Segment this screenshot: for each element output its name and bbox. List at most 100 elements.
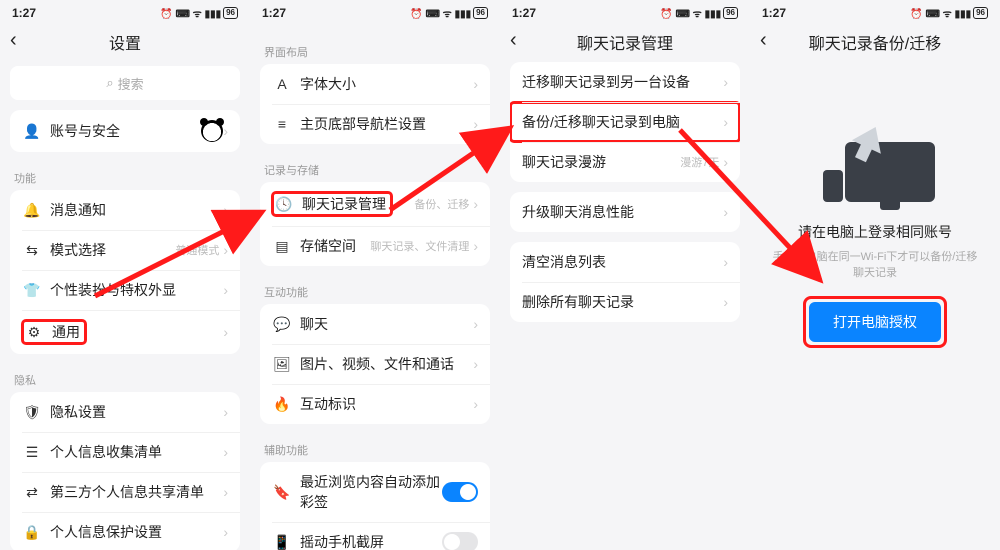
person-icon: 👤 bbox=[22, 123, 42, 140]
chevron-right-icon: › bbox=[223, 202, 228, 218]
swap-icon: ⇆ bbox=[22, 242, 42, 259]
chevron-right-icon: › bbox=[223, 242, 228, 258]
chevron-right-icon: › bbox=[473, 116, 478, 132]
row-chat-log-manage[interactable]: 🕓 聊天记录管理 备份、迁移 › bbox=[260, 182, 490, 226]
bell-icon: 🔔 bbox=[22, 202, 42, 219]
row-media-files[interactable]: 🖼 图片、视频、文件和通话 › bbox=[260, 344, 490, 384]
sliders-icon: ⚙ bbox=[24, 324, 44, 341]
row-privacy-settings[interactable]: 🛡 隐私设置 › bbox=[10, 392, 240, 432]
phone-chatlog-manage: 1:27 ⏰ ⌨ ᯤ ▮▮▮ 96 ‹ 聊天记录管理 迁移聊天记录到另一台设备 … bbox=[500, 0, 750, 550]
row-mode-select[interactable]: ⇆ 模式选择 普通模式 › bbox=[10, 230, 240, 270]
row-notifications[interactable]: 🔔 消息通知 › bbox=[10, 190, 240, 230]
search-input[interactable]: ⌕ 搜索 bbox=[10, 66, 240, 100]
navbar: ‹ 聊天记录管理 bbox=[500, 22, 750, 62]
row-upgrade-perf[interactable]: 升级聊天消息性能 › bbox=[510, 192, 740, 232]
row-font-size[interactable]: A 字体大小 › bbox=[260, 64, 490, 104]
row-third-party-share[interactable]: ⇄ 第三方个人信息共享清单 › bbox=[10, 472, 240, 512]
chevron-right-icon: › bbox=[473, 356, 478, 372]
chevron-right-icon: › bbox=[223, 484, 228, 500]
battery-icon: 96 bbox=[723, 7, 738, 19]
status-bar: 1:27 ⏰ ⌨ ᯤ ▮▮▮ 96 bbox=[250, 0, 500, 22]
row-storage-space[interactable]: ▤ 存储空间 聊天记录、文件清理 › bbox=[260, 226, 490, 266]
row-clear-list[interactable]: 清空消息列表 › bbox=[510, 242, 740, 282]
status-bar: 1:27 ⏰ ⌨ ᯤ ▮▮▮ 96 bbox=[750, 0, 1000, 22]
chevron-right-icon: › bbox=[723, 254, 728, 270]
row-interact-ident[interactable]: 🔥 互动标识 › bbox=[260, 384, 490, 424]
section-layout: 界面布局 bbox=[250, 36, 500, 64]
panda-icon bbox=[201, 120, 223, 142]
shirt-icon: 👕 bbox=[22, 282, 42, 299]
backup-subtext: 手机和电脑在同一Wi-Fi下才可以备份/迁移聊天记录 bbox=[750, 248, 1000, 280]
open-pc-auth-button[interactable]: 打开电脑授权 bbox=[809, 302, 941, 342]
phone-icon bbox=[823, 170, 843, 202]
chevron-right-icon: › bbox=[723, 74, 728, 90]
chevron-right-icon: › bbox=[723, 114, 728, 130]
chevron-right-icon: › bbox=[723, 294, 728, 310]
status-icons: ⏰ ⌨ ᯤ ▮▮▮ 96 bbox=[410, 6, 488, 20]
chevron-right-icon: › bbox=[473, 238, 478, 254]
chevron-right-icon: › bbox=[223, 282, 228, 298]
row-auto-tag[interactable]: 🔖 最近浏览内容自动添加彩签 bbox=[260, 462, 490, 522]
row-bottom-nav[interactable]: ≡ 主页底部导航栏设置 › bbox=[260, 104, 490, 144]
status-time: 1:27 bbox=[12, 6, 36, 20]
row-delete-all[interactable]: 删除所有聊天记录 › bbox=[510, 282, 740, 322]
row-general[interactable]: ⚙ 通用 › bbox=[10, 310, 240, 354]
status-bar: 1:27 ⏰ ⌨ ᯤ ▮▮▮ 96 bbox=[0, 0, 250, 22]
status-icons: ⏰ ⌨ ᯤ ▮▮▮ 96 bbox=[160, 6, 238, 20]
chevron-right-icon: › bbox=[473, 196, 478, 212]
row-dressup[interactable]: 👕 个性装扮与特权外显 › bbox=[10, 270, 240, 310]
battery-icon: 96 bbox=[973, 7, 988, 19]
row-info-collection[interactable]: ☰ 个人信息收集清单 › bbox=[10, 432, 240, 472]
chevron-right-icon: › bbox=[473, 316, 478, 332]
page-title: 聊天记录管理 bbox=[577, 30, 673, 54]
back-button[interactable]: ‹ bbox=[10, 30, 17, 50]
navbar: ‹ 设置 bbox=[0, 22, 250, 62]
chevron-right-icon: › bbox=[223, 524, 228, 540]
storage-icon: ▤ bbox=[272, 238, 292, 255]
section-privacy: 隐私 bbox=[0, 364, 250, 392]
image-icon: 🖼 bbox=[272, 356, 292, 373]
chat-icon: 💬 bbox=[272, 316, 292, 333]
status-icons: ⏰ ⌨ ᯤ ▮▮▮ 96 bbox=[910, 6, 988, 20]
font-icon: A bbox=[272, 76, 292, 92]
status-bar: 1:27 ⏰ ⌨ ᯤ ▮▮▮ 96 bbox=[500, 0, 750, 22]
battery-icon: 96 bbox=[223, 7, 238, 19]
battery-icon: 96 bbox=[473, 7, 488, 19]
list-icon: ☰ bbox=[22, 444, 42, 461]
back-button[interactable]: ‹ bbox=[760, 30, 767, 50]
section-assist: 辅助功能 bbox=[250, 434, 500, 462]
phone-settings: 1:27 ⏰ ⌨ ᯤ ▮▮▮ 96 ‹ 设置 ⌕ 搜索 👤 账号与安全 › 功能 bbox=[0, 0, 250, 550]
row-info-protection[interactable]: 🔒 个人信息保护设置 › bbox=[10, 512, 240, 550]
section-interact: 互动功能 bbox=[250, 276, 500, 304]
page-title: 聊天记录备份/迁移 bbox=[809, 30, 941, 54]
backup-illustration bbox=[815, 122, 935, 202]
status-icons: ⏰ ⌨ ᯤ ▮▮▮ 96 bbox=[660, 6, 738, 20]
row-backup-to-pc[interactable]: 备份/迁移聊天记录到电脑 › bbox=[510, 102, 740, 142]
toggle-on[interactable] bbox=[442, 482, 478, 502]
backup-heading: 请在电脑上登录相同账号 bbox=[750, 222, 1000, 242]
row-roaming[interactable]: 聊天记录漫游 漫游7天 › bbox=[510, 142, 740, 182]
row-migrate-device[interactable]: 迁移聊天记录到另一台设备 › bbox=[510, 62, 740, 102]
back-button[interactable]: ‹ bbox=[510, 30, 517, 50]
menu-icon: ≡ bbox=[272, 116, 292, 132]
row-chat[interactable]: 💬 聊天 › bbox=[260, 304, 490, 344]
phone-general: 1:27 ⏰ ⌨ ᯤ ▮▮▮ 96 界面布局 A 字体大小 › ≡ 主页底部导航… bbox=[250, 0, 500, 550]
highlight-box: 打开电脑授权 bbox=[803, 296, 947, 348]
section-function: 功能 bbox=[0, 162, 250, 190]
lock-icon: 🔒 bbox=[22, 524, 42, 541]
chevron-right-icon: › bbox=[223, 404, 228, 420]
chevron-right-icon: › bbox=[223, 123, 228, 139]
status-time: 1:27 bbox=[512, 6, 536, 20]
row-account-security[interactable]: 👤 账号与安全 › bbox=[10, 110, 240, 152]
section-storage: 记录与存储 bbox=[250, 154, 500, 182]
status-time: 1:27 bbox=[762, 6, 786, 20]
tag-icon: 🔖 bbox=[272, 484, 292, 501]
toggle-off[interactable] bbox=[442, 532, 478, 550]
phone-backup-migrate: 1:27 ⏰ ⌨ ᯤ ▮▮▮ 96 ‹ 聊天记录备份/迁移 请在电脑上登录相同账… bbox=[750, 0, 1000, 550]
fire-icon: 🔥 bbox=[272, 396, 292, 413]
status-time: 1:27 bbox=[262, 6, 286, 20]
row-shake-screenshot[interactable]: 📱 摇动手机截屏 bbox=[260, 522, 490, 550]
clock-icon: 🕓 bbox=[274, 196, 294, 213]
chevron-right-icon: › bbox=[223, 444, 228, 460]
phone-icon: 📱 bbox=[272, 534, 292, 550]
